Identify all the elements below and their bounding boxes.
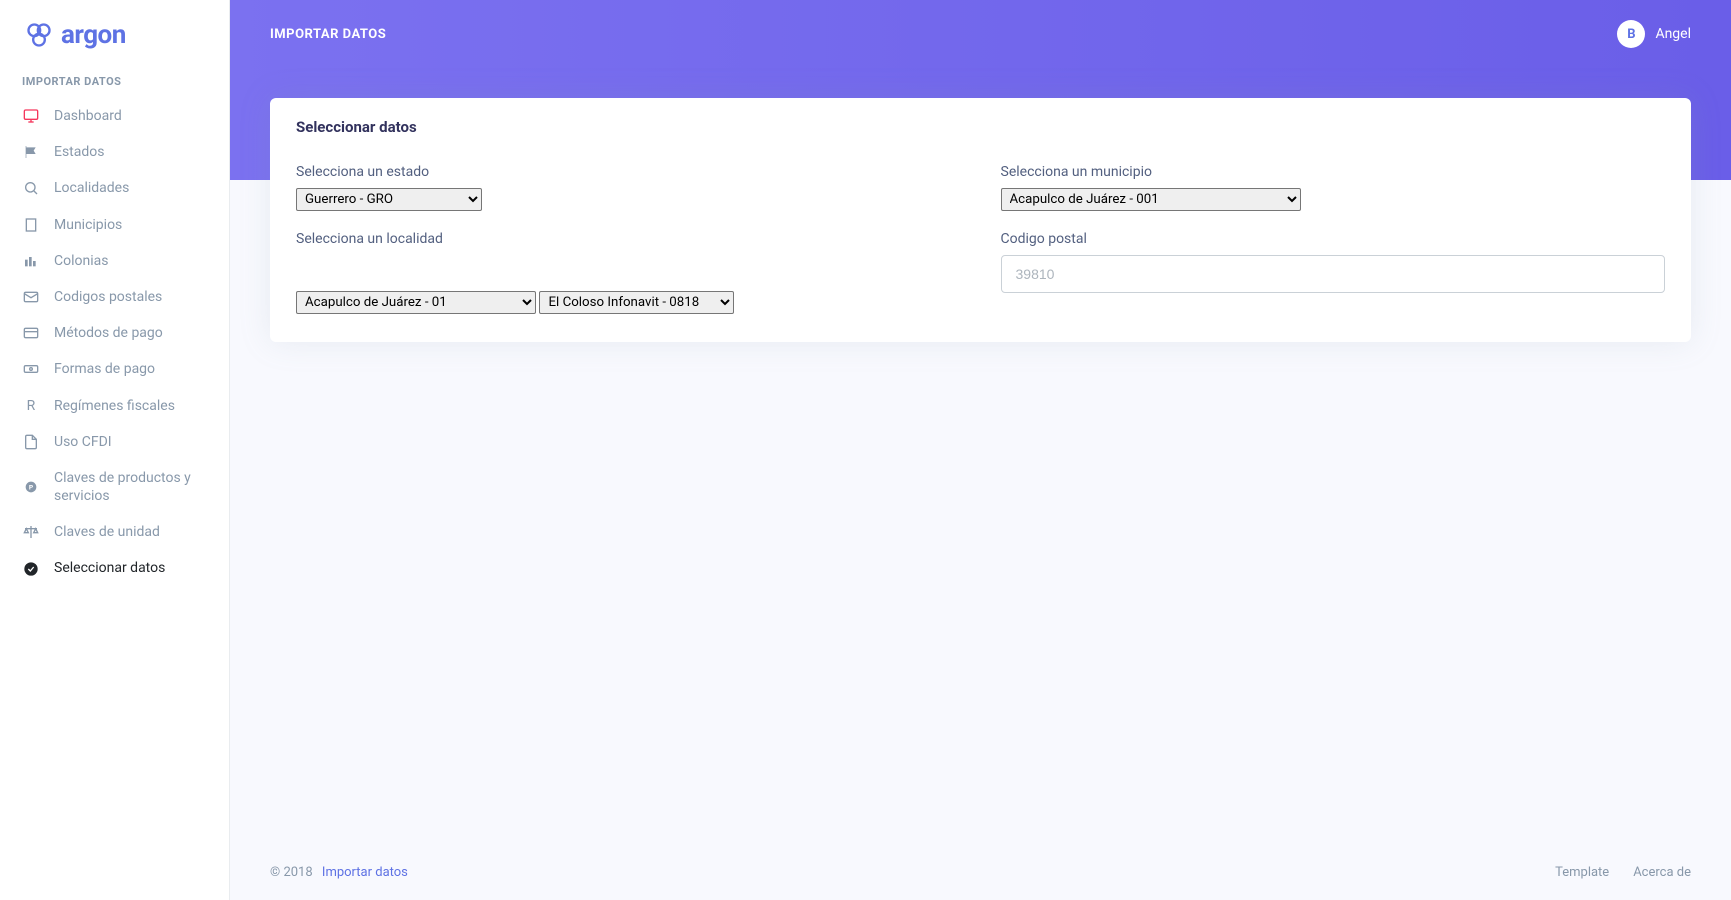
- sidebar-item-codigos-postales[interactable]: Codigos postales: [0, 279, 229, 315]
- municipio-label: Selecciona un municipio: [1001, 164, 1666, 180]
- footer: © 2018 Importar datos Template Acerca de: [230, 845, 1731, 900]
- sidebar-heading: IMPORTAR DATOS: [0, 75, 229, 98]
- sidebar-item-dashboard[interactable]: Dashboard: [0, 98, 229, 134]
- colonia-select[interactable]: El Coloso Infonavit - 0818: [539, 291, 734, 314]
- flag-icon: [22, 143, 40, 161]
- building-icon: [22, 216, 40, 234]
- sidebar-item-municipios[interactable]: Municipios: [0, 207, 229, 243]
- sidebar-item-claves-productos[interactable]: P Claves de productos y servicios: [0, 460, 229, 514]
- sidebar-item-label: Seleccionar datos: [54, 559, 207, 577]
- sidebar-item-label: Localidades: [54, 179, 207, 197]
- sidebar-item-seleccionar-datos[interactable]: Seleccionar datos: [0, 550, 229, 586]
- sidebar-item-label: Formas de pago: [54, 360, 207, 378]
- sidebar-item-label: Métodos de pago: [54, 324, 207, 342]
- user-avatar-badge: B: [1617, 20, 1645, 48]
- sidebar-item-label: Colonias: [54, 252, 207, 270]
- search-icon: [22, 179, 40, 197]
- sidebar-item-label: Codigos postales: [54, 288, 207, 306]
- footer-link-acerca[interactable]: Acerca de: [1633, 865, 1691, 880]
- credit-card-icon: [22, 324, 40, 342]
- check-circle-icon: [22, 560, 40, 578]
- card-title: Seleccionar datos: [296, 118, 1665, 136]
- sidebar: argon IMPORTAR DATOS Dashboard Estados L…: [0, 0, 230, 900]
- balance-icon: [22, 523, 40, 541]
- form-group-estado: Selecciona un estado Guerrero - GRO: [296, 164, 961, 211]
- footer-link-importar[interactable]: Importar datos: [322, 865, 408, 880]
- user-menu[interactable]: B Angel: [1617, 20, 1691, 48]
- city-icon: [22, 252, 40, 270]
- user-name: Angel: [1655, 26, 1691, 42]
- footer-copyright: © 2018 Importar datos: [270, 865, 408, 880]
- estado-select[interactable]: Guerrero - GRO: [296, 188, 482, 211]
- sidebar-item-colonias[interactable]: Colonias: [0, 243, 229, 279]
- page-title: IMPORTAR DATOS: [270, 27, 386, 42]
- form-group-localidad: Selecciona un localidad Acapulco de Juár…: [296, 231, 961, 314]
- sidebar-item-label: Claves de unidad: [54, 523, 207, 541]
- topbar: IMPORTAR DATOS B Angel: [230, 0, 1731, 68]
- sidebar-item-label: Claves de productos y servicios: [54, 469, 207, 505]
- cash-icon: [22, 360, 40, 378]
- sidebar-item-label: Uso CFDI: [54, 433, 207, 451]
- sidebar-item-label: Estados: [54, 143, 207, 161]
- footer-link-template[interactable]: Template: [1555, 865, 1609, 880]
- form-group-cp: Codigo postal: [1001, 231, 1666, 314]
- card-seleccionar-datos: Seleccionar datos Selecciona un estado G…: [270, 98, 1691, 342]
- localidad-label: Selecciona un localidad: [296, 231, 961, 247]
- estado-label: Selecciona un estado: [296, 164, 961, 180]
- sidebar-item-label: Municipios: [54, 216, 207, 234]
- sidebar-item-metodos-pago[interactable]: Métodos de pago: [0, 315, 229, 351]
- brand[interactable]: argon: [0, 20, 229, 75]
- content: Seleccionar datos Selecciona un estado G…: [230, 68, 1731, 372]
- sidebar-item-estados[interactable]: Estados: [0, 134, 229, 170]
- form-group-municipio: Selecciona un municipio Acapulco de Juár…: [1001, 164, 1666, 211]
- letter-p-icon: P: [22, 478, 40, 496]
- sidebar-item-regimenes-fiscales[interactable]: R Regímenes fiscales: [0, 388, 229, 424]
- letter-r-icon: R: [22, 397, 40, 415]
- sidebar-item-formas-pago[interactable]: Formas de pago: [0, 351, 229, 387]
- sidebar-item-claves-unidad[interactable]: Claves de unidad: [0, 514, 229, 550]
- cp-input[interactable]: [1001, 255, 1666, 293]
- svg-text:P: P: [29, 484, 34, 492]
- municipio-select[interactable]: Acapulco de Juárez - 001: [1001, 188, 1301, 211]
- localidad-select[interactable]: Acapulco de Juárez - 01: [296, 291, 536, 314]
- cp-label: Codigo postal: [1001, 231, 1666, 247]
- footer-links: Template Acerca de: [1555, 865, 1691, 880]
- brand-logo-icon: [25, 21, 53, 49]
- mail-icon: [22, 288, 40, 306]
- main-area: IMPORTAR DATOS B Angel Seleccionar datos…: [230, 0, 1731, 900]
- document-icon: [22, 433, 40, 451]
- sidebar-item-label: Dashboard: [54, 107, 207, 125]
- sidebar-item-label: Regímenes fiscales: [54, 397, 207, 415]
- sidebar-item-localidades[interactable]: Localidades: [0, 170, 229, 206]
- sidebar-item-uso-cfdi[interactable]: Uso CFDI: [0, 424, 229, 460]
- monitor-icon: [22, 107, 40, 125]
- brand-name: argon: [61, 20, 126, 50]
